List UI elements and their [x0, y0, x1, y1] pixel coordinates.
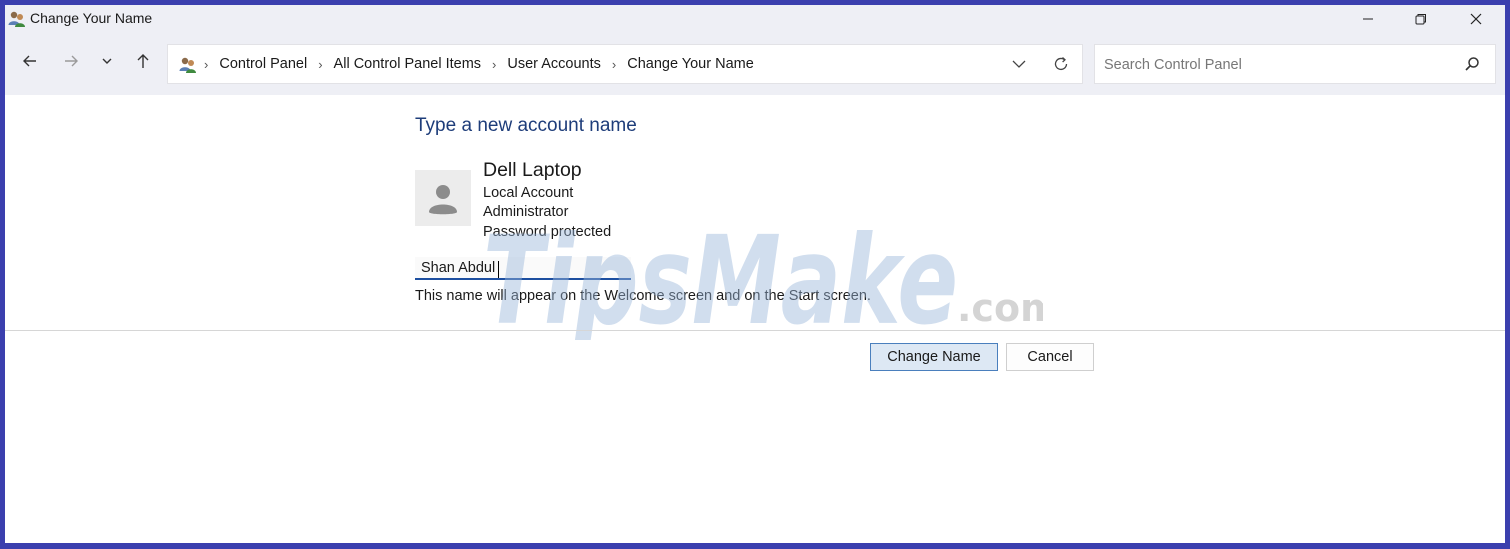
breadcrumb-user-accounts[interactable]: User Accounts — [507, 56, 601, 72]
up-button[interactable] — [128, 46, 158, 76]
address-bar[interactable]: › Control Panel › All Control Panel Item… — [167, 44, 1083, 84]
new-name-field[interactable] — [415, 257, 631, 280]
breadcrumb-all-items[interactable]: All Control Panel Items — [334, 56, 481, 72]
user-silhouette-icon — [429, 185, 457, 215]
minimize-button[interactable] — [1342, 5, 1394, 33]
account-type: Local Account — [483, 185, 574, 201]
chevron-down-icon — [1012, 60, 1026, 68]
search-box[interactable] — [1094, 44, 1496, 84]
account-role: Administrator — [483, 204, 569, 220]
account-status: Password protected — [483, 224, 612, 240]
watermark-suffix: .com — [957, 286, 1043, 330]
restore-button[interactable] — [1395, 5, 1447, 33]
minimize-icon — [1363, 18, 1373, 20]
search-input[interactable] — [1102, 53, 1456, 77]
arrow-right-icon — [65, 55, 78, 67]
control-panel-window: Change Your Name › Control Panel › All C… — [5, 5, 1505, 543]
title-bar: Change Your Name — [5, 5, 1505, 33]
navigation-bar: › Control Panel › All Control Panel Item… — [5, 33, 1505, 95]
page-heading: Type a new account name — [415, 115, 637, 136]
breadcrumb-control-panel[interactable]: Control Panel — [219, 56, 307, 72]
window-title: Change Your Name — [30, 10, 153, 26]
chevron-right-icon: › — [204, 56, 209, 72]
divider — [5, 330, 1505, 331]
chevron-right-icon[interactable]: › — [492, 57, 496, 72]
user-accounts-icon — [179, 57, 196, 73]
change-name-button[interactable]: Change Name — [870, 343, 998, 371]
recent-locations-button[interactable] — [92, 46, 122, 76]
chevron-right-icon[interactable]: › — [318, 57, 322, 72]
restore-icon — [1415, 14, 1426, 25]
back-button[interactable] — [15, 46, 45, 76]
breadcrumb-change-your-name[interactable]: Change Your Name — [627, 56, 754, 72]
refresh-button[interactable] — [1050, 54, 1072, 74]
close-icon — [1470, 13, 1482, 25]
address-dropdown-button[interactable] — [1008, 54, 1030, 74]
account-name: Dell Laptop — [483, 159, 582, 181]
breadcrumb: › Control Panel › All Control Panel Item… — [204, 45, 765, 83]
arrow-up-icon — [137, 54, 149, 68]
help-text: This name will appear on the Welcome scr… — [415, 288, 871, 304]
chevron-right-icon[interactable]: › — [612, 57, 616, 72]
arrow-left-icon — [23, 55, 36, 67]
search-icon[interactable] — [1463, 55, 1481, 73]
chevron-down-icon — [102, 58, 112, 64]
user-accounts-icon — [8, 11, 25, 27]
avatar — [415, 170, 471, 226]
close-button[interactable] — [1450, 5, 1502, 33]
refresh-icon — [1054, 57, 1068, 71]
cancel-button[interactable]: Cancel — [1006, 343, 1094, 371]
forward-button[interactable] — [56, 46, 86, 76]
text-caret — [498, 261, 499, 278]
